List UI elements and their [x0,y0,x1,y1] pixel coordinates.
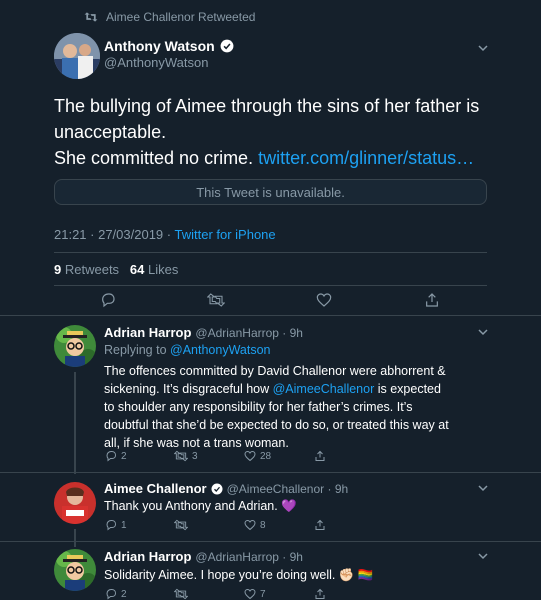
divider [0,315,541,316]
reply-author-handle: @AimeeChallenor · 9h [226,481,349,496]
tweet-source[interactable]: Twitter for iPhone [174,227,275,242]
like-icon [316,293,332,307]
tweet-text: The bullying of Aimee through the sins o… [54,93,494,171]
author-name: Anthony Watson [104,38,215,54]
like-button[interactable]: 28 [244,450,271,462]
reply-header[interactable]: Adrian Harrop @AdrianHarrop · 9h [104,325,303,340]
divider [0,472,541,473]
retweet-button[interactable] [174,519,192,531]
reply-avatar[interactable] [54,549,96,591]
retweet-button[interactable] [206,290,226,310]
like-button[interactable]: 7 [244,588,266,600]
like-count: 8 [260,519,266,531]
author-handle[interactable]: @AnthonyWatson [104,55,209,70]
quoted-tweet-notice: This Tweet is unavailable. [196,184,345,200]
divider [0,541,541,542]
retweet-button[interactable] [174,588,192,600]
like-button[interactable] [314,290,334,310]
share-icon [315,588,325,599]
like-count: 7 [260,588,266,600]
retweet-context-label: Aimee Challenor Retweeted [106,10,256,24]
retweets-stat[interactable]: 9 Retweets [54,262,119,277]
reply-button[interactable]: 2 [105,588,127,600]
retweet-icon [174,519,188,531]
thread-connector [74,372,76,474]
reply-avatar[interactable] [54,482,96,524]
reply-author-name: Adrian Harrop [104,325,192,340]
verified-badge-icon [211,483,223,495]
reply-header[interactable]: Adrian Harrop @AdrianHarrop · 9h [104,549,303,564]
retweet-icon [84,11,98,23]
reply-count: 2 [121,588,127,600]
like-icon [244,588,256,600]
tweet-text-line: The bullying of Aimee through the sins o… [54,96,480,116]
reply-author-name: Adrian Harrop [104,549,192,564]
thread-connector [74,529,76,547]
reply-text: The offences committed by David Challeno… [104,364,449,450]
share-button[interactable] [422,290,442,310]
like-count: 28 [260,450,272,462]
tweet-text-line: unacceptable. [54,122,167,142]
reply-text: Thank you Anthony and Adrian. 💜 [104,499,297,513]
reply-avatar[interactable] [54,325,96,367]
reply-count: 1 [121,519,127,531]
likes-stat[interactable]: 64 Likes [130,262,178,277]
tweet-timestamp[interactable]: 21:21 · 27/03/2019 [54,227,163,242]
like-icon [244,450,256,462]
reply-author-handle: @AdrianHarrop · 9h [195,326,303,340]
reply-author-handle: @AdrianHarrop · 9h [195,550,303,564]
tweet-text-line: She committed no crime. twitter.com/glin… [54,148,475,168]
author-name-row[interactable]: Anthony Watson [104,38,234,54]
share-icon [315,519,325,530]
tweet-stats: 9 Retweets 64 Likes [54,262,178,277]
retweet-button[interactable]: 3 [174,450,198,462]
reply-button[interactable]: 2 [105,450,127,462]
retweet-context[interactable]: Aimee Challenor Retweeted [84,10,255,24]
reply-button[interactable]: 1 [105,519,127,531]
share-icon [426,293,438,307]
reply-icon [106,520,117,531]
replying-to: Replying to @AnthonyWatson [104,343,271,357]
reply-icon [106,589,117,600]
chevron-down-icon[interactable] [477,482,489,494]
replying-to-mention[interactable]: @AnthonyWatson [170,343,270,357]
like-icon [244,519,256,531]
reply-icon [102,293,115,308]
reply-button[interactable] [98,290,118,310]
reply-author-name: Aimee Challenor [104,481,207,496]
tweet-meta: 21:21 · 27/03/2019 · Twitter for iPhone [54,227,276,242]
share-button[interactable] [314,450,326,462]
share-button[interactable] [314,588,326,600]
share-button[interactable] [314,519,326,531]
reply-count: 2 [121,450,127,462]
reply-text: Solidarity Aimee. I hope you’re doing we… [104,568,374,582]
author-avatar[interactable] [54,33,100,79]
retweet-count: 3 [192,450,198,462]
chevron-down-icon[interactable] [477,42,489,54]
chevron-down-icon[interactable] [477,550,489,562]
reply-header[interactable]: Aimee Challenor @AimeeChallenor · 9h [104,481,348,496]
reply-icon [106,451,117,462]
quoted-tweet-unavailable: This Tweet is unavailable. [54,179,487,205]
retweet-icon [174,588,188,600]
mention-link[interactable]: @AimeeChallenor [273,382,375,396]
verified-badge-icon [220,39,234,53]
tweet-link[interactable]: twitter.com/glinner/status… [258,148,474,168]
chevron-down-icon[interactable] [477,326,489,338]
retweet-icon [174,450,188,462]
retweet-icon [207,293,225,307]
divider [54,252,487,253]
like-button[interactable]: 8 [244,519,266,531]
divider [54,285,487,286]
share-icon [315,450,325,461]
